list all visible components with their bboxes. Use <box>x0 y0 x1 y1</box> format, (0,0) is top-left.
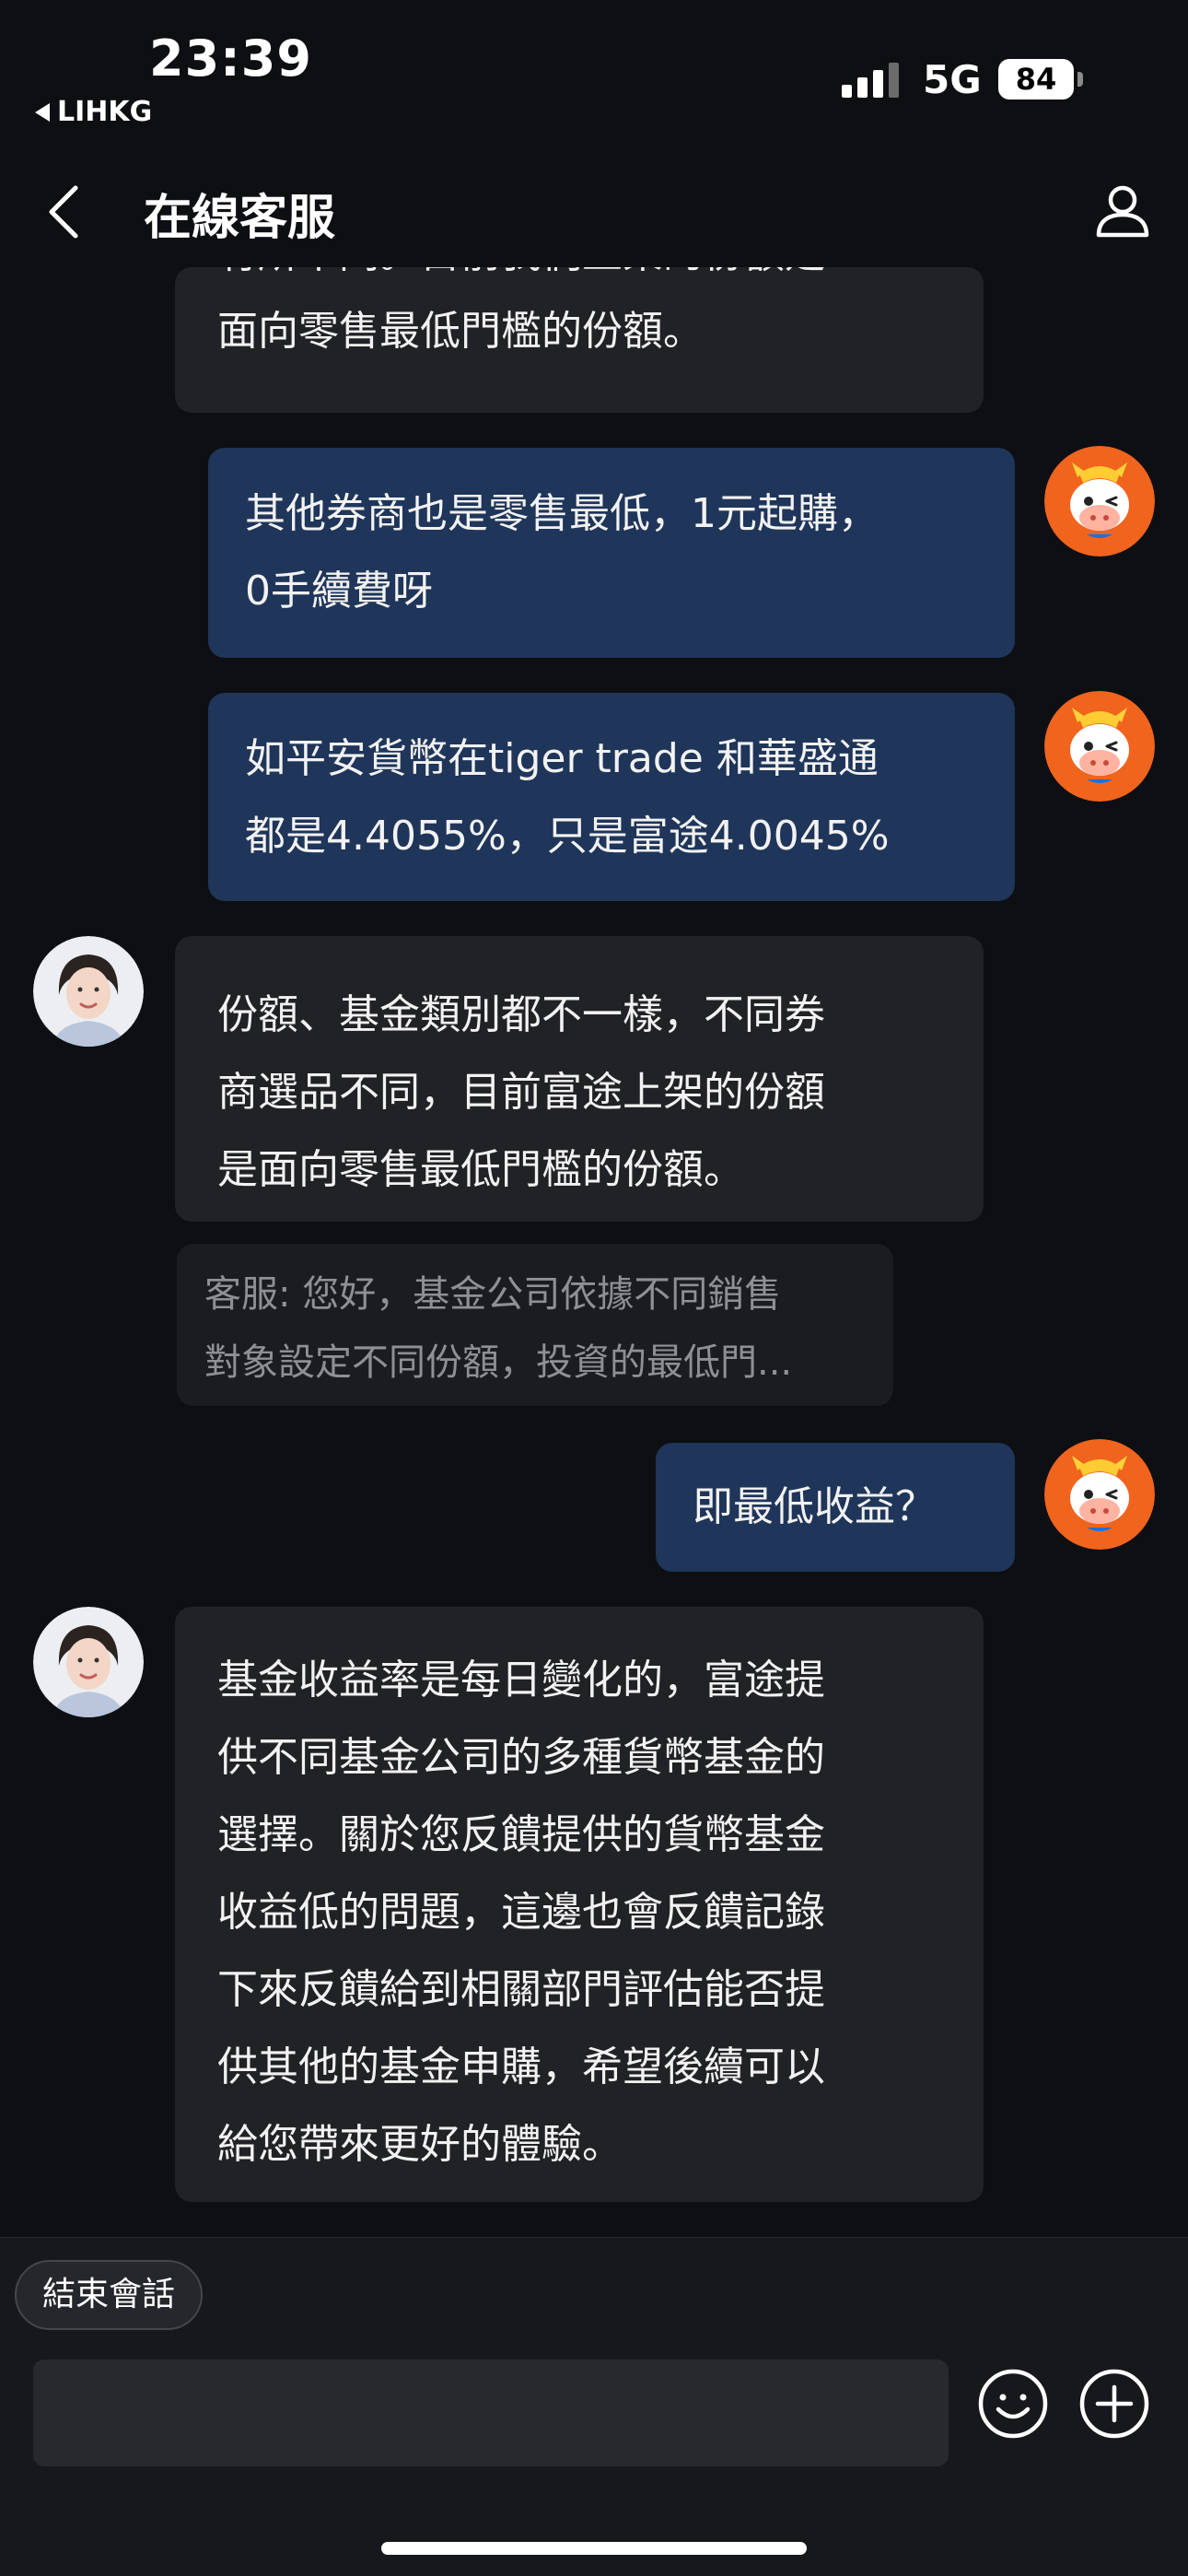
agent-avatar[interactable] <box>33 1607 144 1717</box>
network-type: 5G <box>923 57 982 102</box>
message-line: 是面向零售最低門檻的份額。 <box>217 1146 744 1193</box>
agent-avatar[interactable] <box>33 936 144 1047</box>
message-line: 即最低收益？ <box>693 1483 936 1530</box>
message-line: 0手續費呀 <box>245 568 433 615</box>
user-avatar-bull[interactable] <box>1044 446 1155 556</box>
profile-button[interactable] <box>1085 173 1160 249</box>
smiley-icon <box>978 2369 1048 2439</box>
user-message: 其他券商也是零售最低，1元起購， 0手續費呀 <box>208 448 1015 658</box>
message-input[interactable] <box>33 2359 949 2466</box>
message-line: 選擇。關於您反饋提供的貨幣基金 <box>217 1811 825 1858</box>
chat-header: 在線客服 <box>0 157 1188 267</box>
battery-cap <box>1077 72 1083 87</box>
user-avatar-bull[interactable] <box>1044 1439 1155 1550</box>
message-line: 都是4.4055%，只是富途4.0045% <box>245 813 890 860</box>
signal-icon <box>842 63 899 98</box>
battery-icon: 84 <box>998 59 1074 100</box>
user-avatar-bull[interactable] <box>1044 691 1155 802</box>
home-indicator[interactable] <box>381 2542 807 2555</box>
message-line: 供其他的基金申購，希望後續可以 <box>217 2043 825 2090</box>
message-line: 份額、基金類別都不一樣，不同券 <box>217 991 825 1038</box>
agent-message: 份額、基金類別都不一樣，不同券 商選品不同，目前富途上架的份額 是面向零售最低門… <box>175 936 984 1222</box>
status-time: 23:39 <box>149 29 312 88</box>
user-message: 即最低收益？ <box>656 1443 1015 1572</box>
message-line: 基金收益率是每日變化的，富途提 <box>217 1657 825 1704</box>
chat-screen: 23:39 LIHKG 5G 84 在線客服 有所不同。目前我們上架的份額是 面… <box>0 0 1188 2576</box>
back-app-label: LIHKG <box>57 96 153 128</box>
message-line: 供不同基金公司的多種貨幣基金的 <box>217 1734 825 1781</box>
end-session-button[interactable]: 結束會話 <box>15 2260 204 2330</box>
message-line: 下來反饋給到相關部門評估能否提 <box>217 1966 825 2013</box>
back-icon <box>49 185 78 239</box>
quoted-message[interactable]: 客服: 您好，基金公司依據不同銷售 對象設定不同份額，投資的最低門... <box>177 1244 893 1406</box>
message-line: 有所不同。目前我們上架的份額是 <box>217 267 941 293</box>
agent-message: 有所不同。目前我們上架的份額是 面向零售最低門檻的份額。 <box>175 267 984 413</box>
quote-line: 對象設定不同份額，投資的最低門... <box>204 1341 793 1384</box>
profile-icon <box>1096 185 1149 238</box>
page-title: 在線客服 <box>144 191 336 246</box>
user-message: 如平安貨幣在tiger trade 和華盛通 都是4.4055%，只是富途4.0… <box>208 693 1015 901</box>
composer-area: 結束會話 <box>0 2237 1188 2576</box>
message-line: 如平安貨幣在tiger trade 和華盛通 <box>245 735 879 782</box>
emoji-button[interactable] <box>976 2367 1050 2441</box>
message-line: 收益低的問題，這邊也會反饋記錄 <box>217 1889 825 1936</box>
plus-icon <box>1079 2369 1149 2439</box>
message-line: 面向零售最低門檻的份額。 <box>217 308 704 355</box>
more-options-button[interactable] <box>1077 2367 1151 2441</box>
message-line: 其他券商也是零售最低，1元起購， <box>245 490 879 537</box>
agent-message: 基金收益率是每日變化的，富途提 供不同基金公司的多種貨幣基金的 選擇。關於您反饋… <box>175 1607 984 2202</box>
message-line: 給您帶來更好的體驗。 <box>217 2121 623 2168</box>
message-line: 商選品不同，目前富途上架的份額 <box>217 1069 825 1116</box>
status-bar: 23:39 LIHKG 5G 84 <box>0 0 1188 138</box>
quote-line: 客服: 您好，基金公司依據不同銷售 <box>204 1273 782 1316</box>
back-button[interactable] <box>26 175 99 249</box>
back-triangle-icon <box>35 102 50 122</box>
back-to-app-link[interactable]: LIHKG <box>35 96 152 128</box>
